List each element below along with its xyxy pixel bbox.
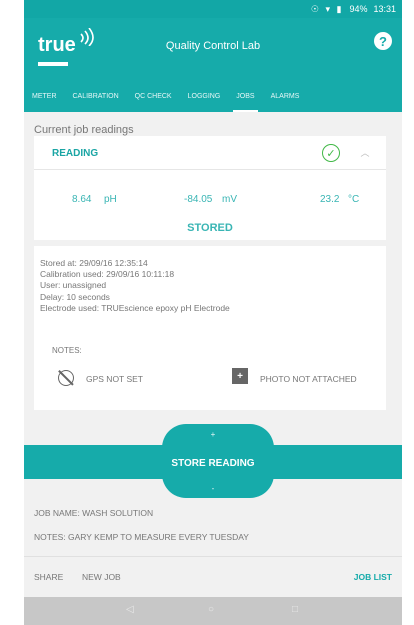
page-title: Quality Control Lab xyxy=(165,40,261,52)
app-screen: ☉ ▾ ▮ 94% 13:31 true Quality Control Lab… xyxy=(24,0,402,625)
clock: 13:31 xyxy=(373,4,396,14)
job-name: JOB NAME: WASH SOLUTION xyxy=(34,508,154,518)
job-list-button[interactable]: JOB LIST xyxy=(354,572,392,582)
electrode-text: Electrode used: TRUEscience epoxy pH Ele… xyxy=(40,302,230,313)
ph-value: 8.64 xyxy=(72,194,92,205)
tab-meter[interactable]: METER xyxy=(32,82,57,112)
gps-off-icon[interactable] xyxy=(58,370,74,386)
tab-alarms[interactable]: ALARMS xyxy=(271,82,300,112)
mv-unit: mV xyxy=(222,194,237,205)
gps-status[interactable]: GPS NOT SET xyxy=(86,374,143,384)
user-text: User: unassigned xyxy=(40,280,107,291)
help-button[interactable]: ? xyxy=(374,32,392,50)
reading-header[interactable]: READING ✓ ︿ xyxy=(34,136,386,170)
logo-underline xyxy=(38,62,68,66)
back-icon[interactable]: ◁ xyxy=(126,604,134,615)
minus-icon[interactable]: - xyxy=(24,484,402,493)
new-job-button[interactable]: NEW JOB xyxy=(82,572,121,582)
add-photo-icon[interactable]: + xyxy=(232,368,248,384)
plus-icon[interactable]: + xyxy=(24,430,402,439)
store-reading-label[interactable]: STORE READING xyxy=(24,458,402,469)
temp-value: 23.2 xyxy=(320,194,340,205)
photo-status[interactable]: PHOTO NOT ATTACHED xyxy=(260,374,357,384)
status-bar: ☉ ▾ ▮ 94% 13:31 xyxy=(24,0,402,18)
tab-bar: METER CALIBRATION QC CHECK LOGGING JOBS ALARM… xyxy=(24,82,402,112)
app-bar: true Quality Control Lab ? xyxy=(24,18,402,82)
android-nav-bar: ◁ ○ □ xyxy=(24,597,402,625)
divider xyxy=(24,556,402,557)
job-notes: NOTES: GARY KEMP TO MEASURE EVERY TUESDA… xyxy=(34,532,249,542)
section-title: Current job readings xyxy=(34,124,134,136)
notes-label: NOTES: xyxy=(52,346,82,355)
check-circle-icon: ✓ xyxy=(322,144,340,162)
reading-info: Stored at: 29/09/16 12:35:14 Calibration… xyxy=(40,258,230,314)
home-icon[interactable]: ○ xyxy=(208,604,214,615)
reading-details-card: Stored at: 29/09/16 12:35:14 Calibration… xyxy=(34,246,386,410)
stored-status: STORED xyxy=(187,222,233,234)
tab-jobs[interactable]: JOBS xyxy=(233,82,258,112)
share-button[interactable]: SHARE xyxy=(34,572,63,582)
chevron-up-icon[interactable]: ︿ xyxy=(358,145,372,159)
calibration-text: Calibration used: 29/09/16 10:11:18 xyxy=(40,269,175,280)
stored-at-text: Stored at: 29/09/16 12:35:14 xyxy=(40,258,148,268)
battery-level: 94% xyxy=(349,4,368,14)
tab-logging[interactable]: LOGGING xyxy=(188,82,221,112)
status-icons: ☉ ▾ ▮ xyxy=(310,3,344,14)
reading-card: READING ✓ ︿ 8.64 pH -84.05 mV 23.2 °C ST… xyxy=(34,136,386,240)
recents-icon[interactable]: □ xyxy=(292,604,298,615)
temp-unit: °C xyxy=(348,194,360,205)
mv-value: -84.05 xyxy=(184,194,213,205)
delay-text: Delay: 10 seconds xyxy=(40,291,110,302)
ph-unit: pH xyxy=(104,194,117,205)
tab-calibration[interactable]: CALIBRATION xyxy=(73,82,119,112)
reading-label: READING xyxy=(52,148,99,159)
tab-qc-check[interactable]: QC CHECK xyxy=(135,82,172,112)
